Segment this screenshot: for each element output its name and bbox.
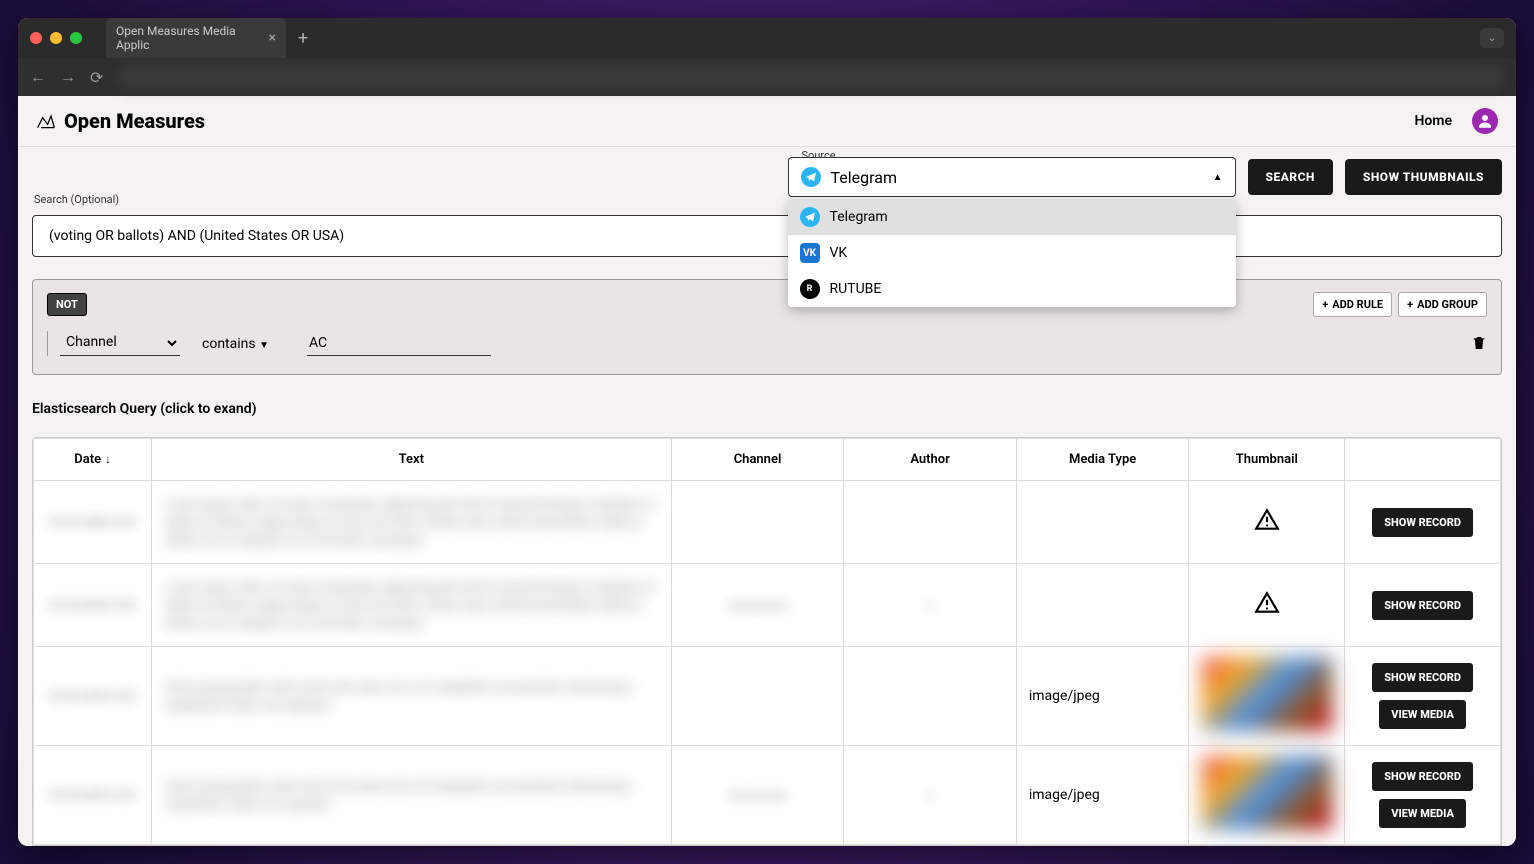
channel-cell: xxxxxxxxxx — [682, 788, 834, 802]
warning-icon — [1254, 522, 1280, 537]
plus-icon: + — [1322, 298, 1328, 311]
show-record-button[interactable]: SHOW RECORD — [1372, 663, 1473, 692]
telegram-icon — [801, 167, 821, 187]
home-link[interactable]: Home — [1414, 113, 1452, 129]
date-cell: 00.00.0000 0:00 — [44, 515, 141, 529]
source-selector: Source Telegram ▲ Telegram VK VK — [788, 157, 1236, 197]
table-row: 00.00.0000 0:00 Lorem ipsum dolor sit am… — [34, 481, 1501, 564]
user-avatar-icon[interactable] — [1472, 108, 1498, 134]
show-record-button[interactable]: SHOW RECORD — [1372, 762, 1473, 791]
show-record-button[interactable]: SHOW RECORD — [1372, 591, 1473, 620]
author-cell: x — [854, 788, 1006, 802]
table-row: 00.00.0000 0:00 Sed ut perspiciatis unde… — [34, 746, 1501, 845]
app-content: Source Telegram ▲ Telegram VK VK — [18, 147, 1516, 846]
chevron-up-icon: ▲ — [1213, 172, 1223, 183]
header-media-type[interactable]: Media Type — [1016, 439, 1189, 481]
text-cell: Lorem ipsum dolor sit amet consectetur a… — [162, 574, 661, 636]
view-media-button[interactable]: VIEW MEDIA — [1379, 799, 1466, 828]
forward-icon[interactable]: → — [60, 67, 76, 87]
warning-icon — [1254, 605, 1280, 620]
show-thumbnails-button[interactable]: SHOW THUMBNAILS — [1345, 159, 1502, 195]
source-option-rutube[interactable]: R RUTUBE — [788, 271, 1236, 307]
author-cell: x — [854, 598, 1006, 612]
media-type-cell: image/jpeg — [1016, 647, 1189, 746]
source-selected-label: Telegram — [831, 168, 897, 187]
elasticsearch-query-toggle[interactable]: Elasticsearch Query (click to exand) — [18, 391, 1516, 427]
chevron-down-icon: ▼ — [259, 340, 269, 351]
media-type-cell — [1016, 481, 1189, 564]
text-cell: Sed ut perspiciatis unde omnis iste natu… — [162, 674, 661, 718]
source-select[interactable]: Telegram ▲ — [788, 157, 1236, 197]
tab-title: Open Measures Media Applic — [116, 24, 261, 52]
query-builder: NOT +ADD RULE +ADD GROUP Channel contain… — [32, 279, 1502, 375]
header-channel[interactable]: Channel — [671, 439, 844, 481]
telegram-icon — [800, 207, 820, 227]
table-row: 00.00.0000 0:00 Sed ut perspiciatis unde… — [34, 647, 1501, 746]
add-group-button[interactable]: +ADD GROUP — [1398, 292, 1487, 317]
source-option-telegram[interactable]: Telegram — [788, 199, 1236, 235]
maximize-window-button[interactable] — [70, 32, 82, 44]
view-media-button[interactable]: VIEW MEDIA — [1379, 700, 1466, 729]
rule-value-input[interactable] — [307, 333, 491, 356]
show-record-button[interactable]: SHOW RECORD — [1372, 508, 1473, 537]
close-tab-icon[interactable]: × — [269, 30, 276, 46]
thumbnail-image — [1202, 657, 1332, 731]
search-button[interactable]: SEARCH — [1248, 159, 1333, 195]
add-rule-button[interactable]: +ADD RULE — [1313, 292, 1392, 317]
query-builder-header: NOT +ADD RULE +ADD GROUP — [47, 292, 1487, 317]
table-row: 00.00.0000 0:00 Lorem ipsum dolor sit am… — [34, 564, 1501, 647]
media-type-cell — [1016, 564, 1189, 647]
header-text[interactable]: Text — [151, 439, 671, 481]
rule-operator-select[interactable]: contains ▼ — [200, 334, 287, 356]
media-type-cell: image/jpeg — [1016, 746, 1189, 845]
source-option-vk[interactable]: VK VK — [788, 235, 1236, 271]
channel-cell: xxxxxxxxxx — [682, 598, 834, 612]
back-icon[interactable]: ← — [30, 67, 46, 87]
window-controls — [30, 32, 82, 44]
text-cell: Sed ut perspiciatis unde omnis iste natu… — [162, 773, 661, 817]
search-input[interactable]: (voting OR ballots) AND (United States O… — [32, 215, 1502, 257]
thumbnail-image — [1202, 756, 1332, 830]
browser-tab[interactable]: Open Measures Media Applic × — [106, 18, 286, 58]
search-row: Search (Optional) (voting OR ballots) AN… — [18, 201, 1516, 265]
header-thumbnail[interactable]: Thumbnail — [1189, 439, 1345, 481]
app-title: Open Measures — [64, 109, 205, 133]
results-table: Date↓ Text Channel Author Media Type Thu… — [32, 437, 1502, 846]
address-bar[interactable] — [117, 65, 1504, 89]
header-date[interactable]: Date↓ — [34, 439, 152, 481]
browser-nav-bar: ← → ⟳ — [18, 58, 1516, 96]
table-header-row: Date↓ Text Channel Author Media Type Thu… — [34, 439, 1501, 481]
close-window-button[interactable] — [30, 32, 42, 44]
app-header: Open Measures Home — [18, 96, 1516, 147]
rule-field-select[interactable]: Channel — [60, 331, 180, 356]
option-label: Telegram — [830, 209, 888, 225]
date-cell: 00.00.0000 0:00 — [44, 788, 141, 802]
not-toggle[interactable]: NOT — [47, 293, 87, 316]
header-actions — [1345, 439, 1501, 481]
rutube-icon: R — [800, 279, 820, 299]
delete-rule-icon[interactable] — [1471, 334, 1487, 356]
top-controls-row: Source Telegram ▲ Telegram VK VK — [18, 147, 1516, 201]
new-tab-button[interactable]: + — [298, 28, 308, 49]
plus-icon: + — [1407, 298, 1413, 311]
app-logo-icon — [36, 111, 56, 131]
sort-descending-icon: ↓ — [105, 453, 111, 466]
reload-icon[interactable]: ⟳ — [90, 68, 103, 87]
header-author[interactable]: Author — [844, 439, 1017, 481]
rule-row: Channel contains ▼ — [47, 331, 1487, 356]
text-cell: Lorem ipsum dolor sit amet consectetur a… — [162, 491, 661, 553]
tabs-overflow-button[interactable]: ⌄ — [1480, 28, 1504, 48]
date-cell: 00.00.0000 0:00 — [44, 598, 141, 612]
vk-icon: VK — [800, 243, 820, 263]
date-cell: 00.00.0000 0:00 — [44, 689, 141, 703]
option-label: RUTUBE — [830, 281, 882, 297]
source-dropdown: Telegram VK VK R RUTUBE — [788, 199, 1236, 307]
search-legend: Search (Optional) — [30, 193, 123, 206]
browser-tab-bar: Open Measures Media Applic × + ⌄ — [18, 18, 1516, 58]
minimize-window-button[interactable] — [50, 32, 62, 44]
app-window: Open Measures Media Applic × + ⌄ ← → ⟳ O… — [18, 18, 1516, 846]
option-label: VK — [830, 245, 848, 261]
